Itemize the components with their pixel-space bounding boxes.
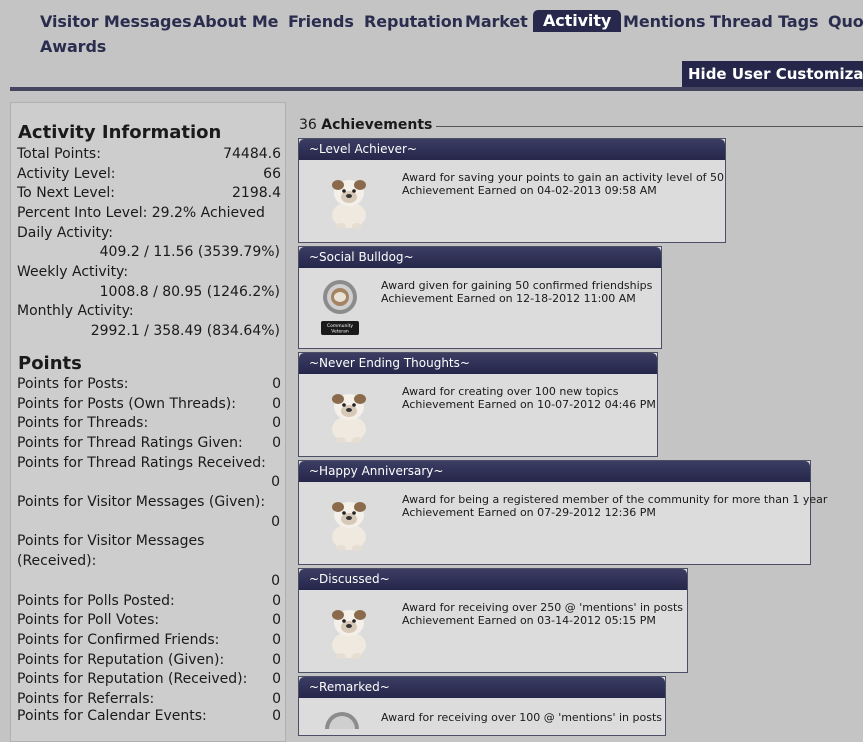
svg-text:Veteran: Veteran	[331, 329, 349, 335]
achievement-title: ~Level Achiever~	[299, 139, 725, 160]
tab-market[interactable]: Market	[465, 11, 528, 33]
tab-reputation[interactable]: Reputation	[364, 11, 463, 33]
achievement-title: ~Happy Anniversary~	[299, 461, 810, 482]
achievement-card: ~Social Bulldog~ Community Veteran Award…	[298, 246, 662, 349]
daily-activity-label: Daily Activity:	[17, 225, 113, 241]
points-label: Points for Visitor Messages	[17, 533, 205, 549]
achievement-card: ~Discussed~ Award for receiving over 250…	[298, 568, 688, 673]
achievement-text: Award given for gaining 50 confirmed fri…	[381, 279, 653, 305]
tab-visitor-messages[interactable]: Visitor Messages	[40, 11, 192, 33]
achievements-label: Achievements	[321, 117, 433, 133]
tab-awards[interactable]: Awards	[40, 36, 106, 58]
points-value: 0	[271, 514, 280, 530]
activity-info-title: Activity Information	[18, 122, 222, 143]
monthly-activity-label: Monthly Activity:	[17, 303, 134, 319]
points-value: 0	[271, 474, 280, 490]
percent-into-level: Percent Into Level: 29.2% Achieved	[17, 205, 265, 221]
hide-user-customization-button[interactable]: Hide User Customizat	[682, 61, 863, 87]
points-label: Points for Thread Ratings Received:	[17, 455, 266, 471]
tab-thread-tags[interactable]: Thread Tags	[710, 11, 819, 33]
trophy-icon	[319, 709, 365, 742]
achievement-title: ~Remarked~	[299, 677, 665, 698]
achievements-heading: 36 Achievements	[299, 116, 432, 134]
points-title: Points	[18, 353, 82, 374]
weekly-activity-value: 1008.8 / 80.95 (1246.2%)	[99, 284, 280, 300]
achievement-text: Award for creating over 100 new topics A…	[402, 385, 656, 411]
weekly-activity-label: Weekly Activity:	[17, 264, 129, 280]
achievement-card: ~Never Ending Thoughts~ Award for creati…	[298, 352, 658, 457]
activity-level-value: 66	[263, 166, 281, 182]
total-points-value: 74484.6	[223, 146, 281, 162]
achievements-divider	[436, 126, 863, 127]
achievement-title: ~Discussed~	[299, 569, 687, 590]
achievement-card: ~Remarked~ Award for receiving over 100 …	[298, 676, 666, 742]
tab-friends[interactable]: Friends	[288, 11, 354, 33]
activity-sidebar: Activity Information Total Points: 74484…	[10, 102, 286, 742]
achievement-text: Award for being a registered member of t…	[402, 493, 828, 519]
profile-tabs: Visitor Messages About Me Friends Reputa…	[0, 0, 863, 62]
tab-about-me[interactable]: About Me	[193, 11, 279, 33]
points-label: Points for Visitor Messages (Given):	[17, 494, 266, 510]
daily-activity-value: 409.2 / 11.56 (3539.79%)	[99, 244, 280, 260]
tab-quotes[interactable]: Quot	[828, 11, 863, 33]
community-veteran-trophy-icon: Community Veteran	[317, 277, 377, 339]
tab-mentions[interactable]: Mentions	[623, 11, 706, 33]
bulldog-icon	[319, 491, 379, 553]
tab-divider-bar	[10, 87, 863, 91]
achievement-text: Award for receiving over 100 @ 'mentions…	[381, 711, 663, 724]
tab-activity[interactable]: Activity	[533, 10, 622, 32]
monthly-activity-value: 2992.1 / 358.49 (834.64%)	[90, 323, 280, 339]
points-value: 0	[271, 573, 280, 589]
achievement-text: Award for receiving over 250 @ 'mentions…	[402, 601, 684, 627]
achievement-card: ~Level Achiever~ Award for saving your p…	[298, 138, 726, 243]
bulldog-icon	[319, 599, 379, 661]
bulldog-icon	[319, 169, 379, 231]
achievement-title: ~Social Bulldog~	[299, 247, 661, 268]
achievement-text: Award for saving your points to gain an …	[402, 171, 725, 197]
next-level-value: 2198.4	[232, 185, 281, 201]
points-label-cont: (Received):	[17, 553, 97, 569]
bulldog-icon	[319, 383, 379, 445]
achievements-count: 36	[299, 117, 317, 133]
achievement-card: ~Happy Anniversary~ Award for being a re…	[298, 460, 827, 565]
svg-text:Community: Community	[327, 323, 353, 329]
achievement-title: ~Never Ending Thoughts~	[299, 353, 657, 374]
